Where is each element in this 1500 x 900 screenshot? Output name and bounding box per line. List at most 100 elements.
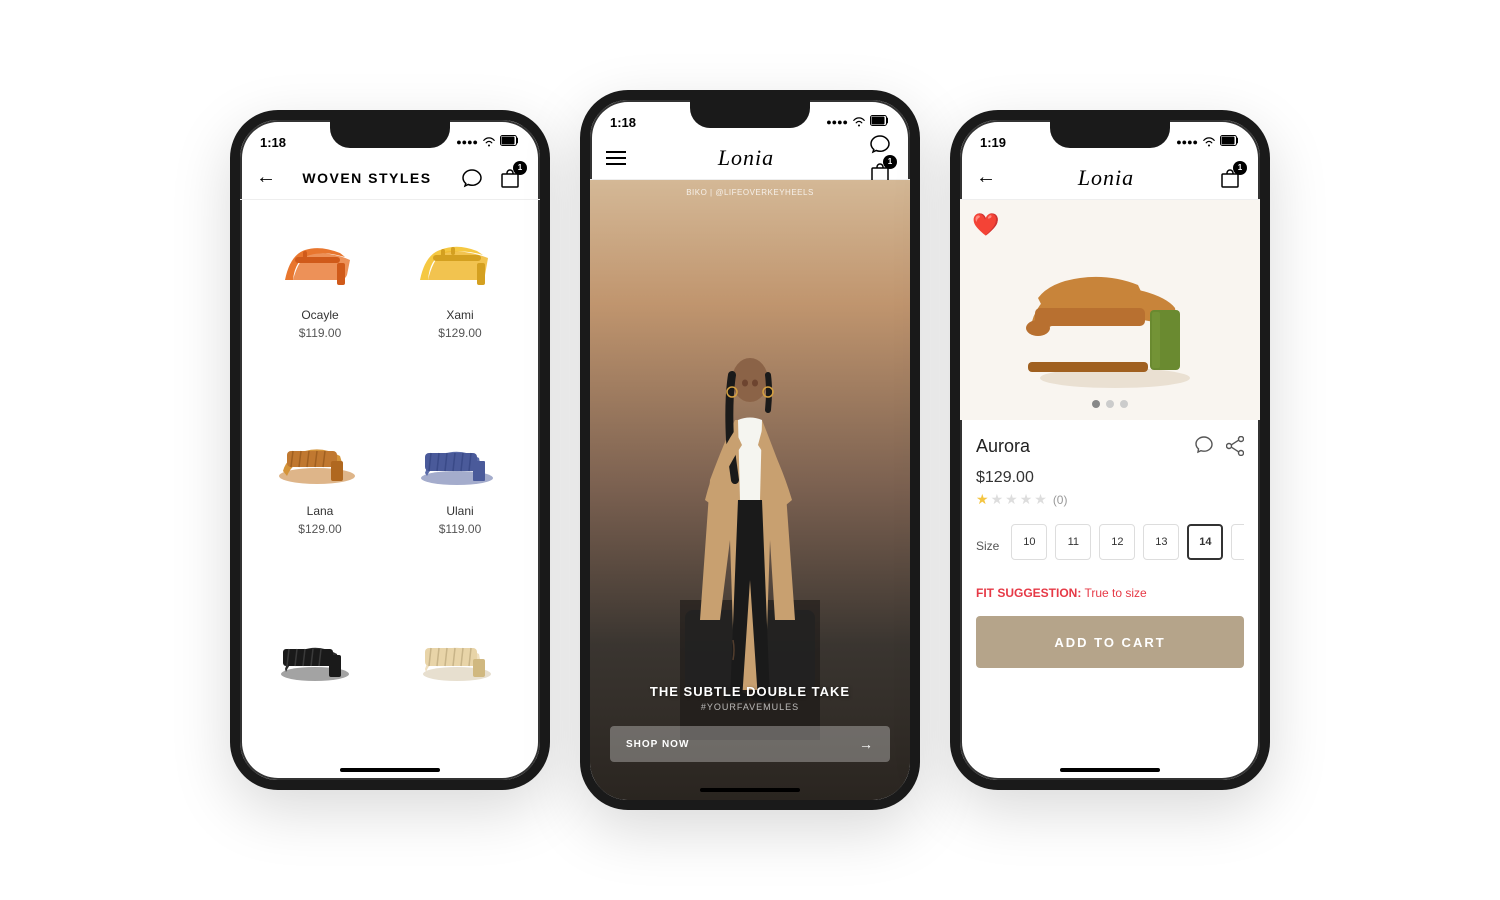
product-ulani[interactable]: Ulani $119.00 [390, 406, 530, 602]
fit-suggestion-label: FIT SUGGESTION: [976, 586, 1081, 600]
phone-2-status-icons: ●●●● [826, 115, 890, 130]
dot-1[interactable] [1092, 400, 1100, 408]
product-xami[interactable]: Xami $129.00 [390, 210, 530, 406]
phone-3: 1:19 ●●●● ← [950, 110, 1270, 790]
phone-1: 1:18 ●●●● ← [230, 110, 550, 790]
product-image-xami [400, 220, 520, 300]
product-grid: Ocayle $119.00 [240, 200, 540, 780]
phone-1-status-icons: ●●●● [456, 135, 520, 150]
star-4: ★ [1020, 491, 1033, 508]
size-12[interactable]: 12 [1099, 524, 1135, 560]
hamburger-menu[interactable] [606, 151, 626, 165]
hero-overlay-text: THE SUBTLE DOUBLE TAKE #YOURFAVEMULES [590, 684, 910, 712]
hero-sub-text: #YOURFAVEMULES [590, 702, 910, 712]
product-rating: ★ ★ ★ ★ ★ (0) [976, 491, 1244, 508]
product-hero-image: ❤️ [960, 200, 1260, 420]
product-name-xami: Xami [446, 308, 473, 322]
product-price-xami: $129.00 [438, 326, 481, 340]
phone-2-notch [690, 100, 810, 128]
battery-icon-2 [870, 115, 890, 129]
dot-3[interactable] [1120, 400, 1128, 408]
page-title: WOVEN STYLES [302, 170, 431, 186]
product-price-ocayle: $119.00 [299, 326, 342, 340]
product-ocayle[interactable]: Ocayle $119.00 [250, 210, 390, 406]
back-button-3[interactable]: ← [976, 166, 996, 189]
chat-button[interactable] [458, 164, 486, 192]
phone-2: 1:18 ●●●● [580, 90, 920, 810]
signal-icon-2: ●●●● [826, 117, 848, 127]
home-indicator-1 [340, 768, 440, 772]
product-price-lana: $129.00 [298, 522, 341, 536]
wifi-icon-2 [852, 115, 866, 130]
product-name-ulani: Ulani [446, 504, 473, 518]
chat-product-button[interactable] [1194, 436, 1214, 461]
cart-badge-3: 1 [1233, 161, 1247, 175]
wifi-icon-3 [1202, 135, 1216, 150]
product-image-ulani [400, 416, 520, 496]
star-5: ★ [1034, 491, 1047, 508]
phone-1-screen: 1:18 ●●●● ← [240, 120, 540, 780]
phone-2-header: Lonia 1 [590, 136, 910, 180]
dot-2[interactable] [1106, 400, 1114, 408]
fit-suggestion: FIT SUGGESTION: True to size [976, 586, 1244, 600]
home-indicator-3 [1060, 768, 1160, 772]
brand-logo-2: Lonia [718, 145, 774, 171]
product-name-ocayle: Ocayle [301, 308, 338, 322]
shop-now-button[interactable]: SHOP NOW → [610, 726, 890, 762]
phone-1-header: ← WOVEN STYLES 1 [240, 156, 540, 200]
hero-background: BIKO | @LIFEOVERKEYHEELS [590, 180, 910, 800]
cart-button-3[interactable]: 1 [1216, 164, 1244, 192]
phone-2-screen: 1:18 ●●●● [590, 100, 910, 800]
wifi-icon [482, 135, 496, 150]
size-10[interactable]: 10 [1011, 524, 1047, 560]
battery-icon [500, 135, 520, 149]
cart-badge: 1 [513, 161, 527, 175]
size-15[interactable]: 15 [1231, 524, 1244, 560]
product-shoe-image [1000, 230, 1220, 390]
phone-3-header: ← Lonia 1 [960, 156, 1260, 200]
wishlist-button[interactable]: ❤️ [972, 212, 999, 238]
product-image-dots [1092, 400, 1128, 408]
shop-now-label: SHOP NOW [626, 739, 689, 750]
back-button[interactable]: ← [256, 166, 276, 189]
product-5[interactable] [250, 602, 390, 770]
product-lana[interactable]: Lana $129.00 [250, 406, 390, 602]
fashion-figure [680, 340, 820, 740]
header-icons-2: 1 [866, 130, 894, 186]
cart-badge-2: 1 [883, 155, 897, 169]
size-13[interactable]: 13 [1143, 524, 1179, 560]
star-1: ★ [976, 491, 989, 508]
product-action-buttons [1194, 436, 1244, 461]
product-6[interactable] [390, 602, 530, 770]
size-selector-row: Size 10 11 12 13 14 15 [976, 524, 1244, 576]
phones-container: 1:18 ●●●● ← [0, 0, 1500, 900]
add-to-cart-button[interactable]: ADD TO CART [976, 616, 1244, 668]
product-info-row: Aurora [976, 436, 1244, 461]
size-label: Size [976, 539, 999, 553]
share-product-button[interactable] [1226, 436, 1244, 461]
header-icons: 1 [458, 164, 524, 192]
phone-2-time: 1:18 [610, 115, 636, 130]
photo-credit: BIKO | @LIFEOVERKEYHEELS [590, 188, 910, 197]
product-detail-content: ❤️ [960, 200, 1260, 780]
star-2: ★ [991, 491, 1004, 508]
hero-main-text: THE SUBTLE DOUBLE TAKE [590, 684, 910, 699]
product-image-6 [400, 612, 520, 692]
phone-1-notch [330, 120, 450, 148]
size-options: 10 11 12 13 14 15 [1011, 524, 1244, 560]
signal-icon: ●●●● [456, 137, 478, 147]
product-image-ocayle [260, 220, 380, 300]
cart-button[interactable]: 1 [496, 164, 524, 192]
phone-3-notch [1050, 120, 1170, 148]
home-indicator-2 [700, 788, 800, 792]
product-title-area: Aurora [976, 436, 1030, 457]
phone-3-screen: 1:19 ●●●● ← [960, 120, 1260, 780]
product-name-lana: Lana [307, 504, 334, 518]
phone-3-status-icons: ●●●● [1176, 135, 1240, 150]
signal-icon-3: ●●●● [1176, 137, 1198, 147]
star-3: ★ [1005, 491, 1018, 508]
review-count: (0) [1053, 493, 1068, 507]
arrow-icon: → [859, 736, 874, 752]
size-11[interactable]: 11 [1055, 524, 1091, 560]
size-14[interactable]: 14 [1187, 524, 1223, 560]
